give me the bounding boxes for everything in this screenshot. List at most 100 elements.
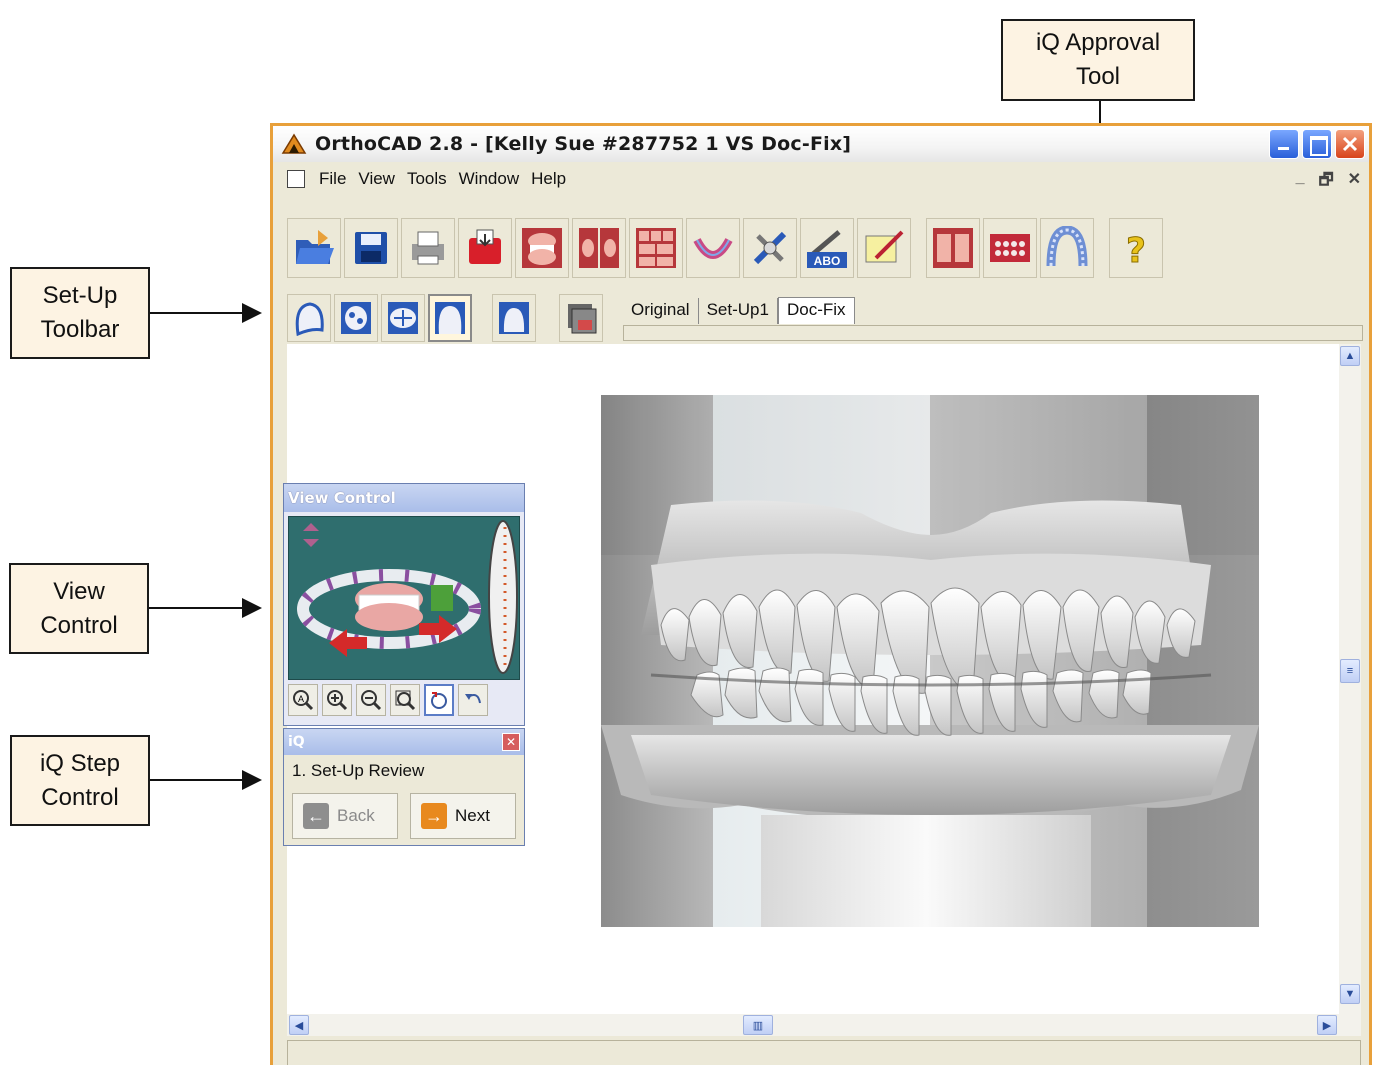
next-label: Next	[455, 806, 490, 825]
tooth-molar-icon	[388, 302, 418, 334]
close-button[interactable]	[1335, 129, 1365, 159]
setup-button-5[interactable]	[492, 294, 536, 342]
back-label: Back	[337, 806, 375, 825]
dual-jaw-button[interactable]	[926, 218, 980, 278]
callout-setup-toolbar: Set-Up Toolbar	[10, 267, 150, 359]
document-icon[interactable]	[287, 170, 305, 188]
iq-approval-button[interactable]	[1040, 218, 1094, 278]
help-button[interactable]: ?	[1109, 218, 1163, 278]
title-bar[interactable]: OrthoCAD 2.8 - [Kelly Sue #287752 1 VS D…	[273, 126, 1369, 162]
back-button[interactable]: ← Back	[292, 793, 398, 839]
status-bar	[287, 1040, 1361, 1065]
arch-wire-icon	[693, 237, 733, 259]
setup-button-2[interactable]	[334, 294, 378, 342]
notes-pen-icon	[865, 230, 904, 263]
measure-tool-icon	[753, 231, 787, 265]
iq-step-label: 1. Set-Up Review	[292, 761, 425, 780]
tab-setup1[interactable]: Set-Up1	[699, 298, 778, 324]
menu-file[interactable]: File	[319, 169, 346, 189]
window-title: OrthoCAD 2.8 - [Kelly Sue #287752 1 VS D…	[315, 133, 852, 155]
zoom-out-button[interactable]	[356, 684, 386, 716]
save-disk-icon	[355, 232, 387, 264]
setup-button-6[interactable]	[559, 294, 603, 342]
grid-view-icon	[636, 228, 676, 268]
dual-jaw-icon	[933, 228, 973, 268]
view-control-panel: View Control A	[283, 483, 525, 726]
menu-tools[interactable]: Tools	[407, 169, 447, 189]
scroll-up-button[interactable]: ▲	[1340, 346, 1360, 366]
tooth-front-icon	[295, 302, 324, 336]
undo-icon	[465, 694, 481, 704]
help-icon: ?	[1126, 231, 1147, 271]
setup-toolbar: Original Set-Up1 Doc-Fix	[287, 292, 1369, 348]
horizontal-scrollbar[interactable]: ◀ ▥ ▶	[287, 1014, 1361, 1036]
split-view-button[interactable]	[572, 218, 626, 278]
iq-close-button[interactable]: ✕	[502, 733, 520, 751]
view-control-navigator[interactable]	[288, 516, 520, 680]
iq-title-text: iQ	[288, 734, 305, 750]
menu-help[interactable]: Help	[531, 169, 566, 189]
zoom-in-button[interactable]	[322, 684, 352, 716]
notes-button[interactable]	[857, 218, 911, 278]
print-icon	[412, 231, 444, 265]
view-control-title: View Control	[284, 484, 524, 512]
abo-score-icon: ABO	[807, 230, 847, 268]
back-arrow-icon: ←	[303, 803, 329, 829]
tooth-crown-icon	[435, 302, 465, 334]
vertical-scrollbar[interactable]: ▲ ≡ ▼	[1339, 344, 1361, 1014]
tooth-single-icon	[499, 302, 529, 334]
mdi-close-button[interactable]: ✕	[1348, 169, 1361, 196]
save-button[interactable]	[344, 218, 398, 278]
callout-iq-step-control: iQ Step Control	[10, 735, 150, 826]
mdi-minimize-button[interactable]: _	[1296, 169, 1305, 196]
horizontal-scroll-thumb[interactable]: ▥	[743, 1015, 773, 1035]
brackets-icon	[990, 234, 1030, 262]
orthocad-logo-icon	[281, 133, 307, 154]
app-window: OrthoCAD 2.8 - [Kelly Sue #287752 1 VS D…	[270, 123, 1372, 1065]
zoom-out-icon	[361, 690, 382, 711]
zoom-actual-button[interactable]	[390, 684, 420, 716]
jaw-model-button[interactable]	[515, 218, 569, 278]
menu-view[interactable]: View	[358, 169, 395, 189]
dental-model-image[interactable]	[601, 395, 1259, 927]
maximize-button[interactable]	[1302, 129, 1332, 159]
open-button[interactable]	[287, 218, 341, 278]
tab-doc-fix[interactable]: Doc-Fix	[777, 297, 855, 324]
iq-panel-title: iQ ✕	[284, 729, 524, 755]
setup-button-1[interactable]	[287, 294, 331, 342]
menu-bar: File View Tools Window Help _ 🗗 ✕	[273, 163, 1369, 195]
main-toolbar: ABO ?	[287, 218, 1166, 278]
scroll-left-button[interactable]: ◀	[289, 1015, 309, 1035]
minimize-button[interactable]	[1269, 129, 1299, 159]
tooth-occlusal-icon	[341, 302, 371, 334]
next-arrow-icon: →	[421, 803, 447, 829]
brackets-button[interactable]	[983, 218, 1037, 278]
layers-icon	[568, 304, 597, 334]
export-button[interactable]	[458, 218, 512, 278]
next-button[interactable]: → Next	[410, 793, 516, 839]
export-icon	[469, 229, 501, 264]
zoom-fit-button[interactable]: A	[288, 684, 318, 716]
arch-wire-button[interactable]	[686, 218, 740, 278]
grid-view-button[interactable]	[629, 218, 683, 278]
zoom-fit-icon: A	[293, 690, 314, 711]
jaw-model-icon	[522, 228, 562, 268]
measure-tool-button[interactable]	[743, 218, 797, 278]
vertical-scroll-thumb[interactable]: ≡	[1340, 659, 1360, 683]
scroll-right-button[interactable]: ▶	[1317, 1015, 1337, 1035]
svg-text:A: A	[298, 694, 304, 704]
setup-button-3[interactable]	[381, 294, 425, 342]
tab-strip	[623, 325, 1363, 341]
mdi-restore-button[interactable]: 🗗	[1319, 169, 1334, 196]
setup-button-4[interactable]	[428, 294, 472, 342]
view-control-tools: A	[288, 684, 488, 716]
tab-original[interactable]: Original	[623, 298, 699, 324]
print-button[interactable]	[401, 218, 455, 278]
abo-score-button[interactable]: ABO	[800, 218, 854, 278]
zoom-actual-icon	[395, 690, 416, 711]
scroll-down-button[interactable]: ▼	[1340, 984, 1360, 1004]
menu-window[interactable]: Window	[459, 169, 519, 189]
undo-view-button[interactable]	[458, 684, 488, 716]
rotate-view-button[interactable]	[424, 684, 454, 716]
callout-view-control: View Control	[9, 563, 149, 654]
